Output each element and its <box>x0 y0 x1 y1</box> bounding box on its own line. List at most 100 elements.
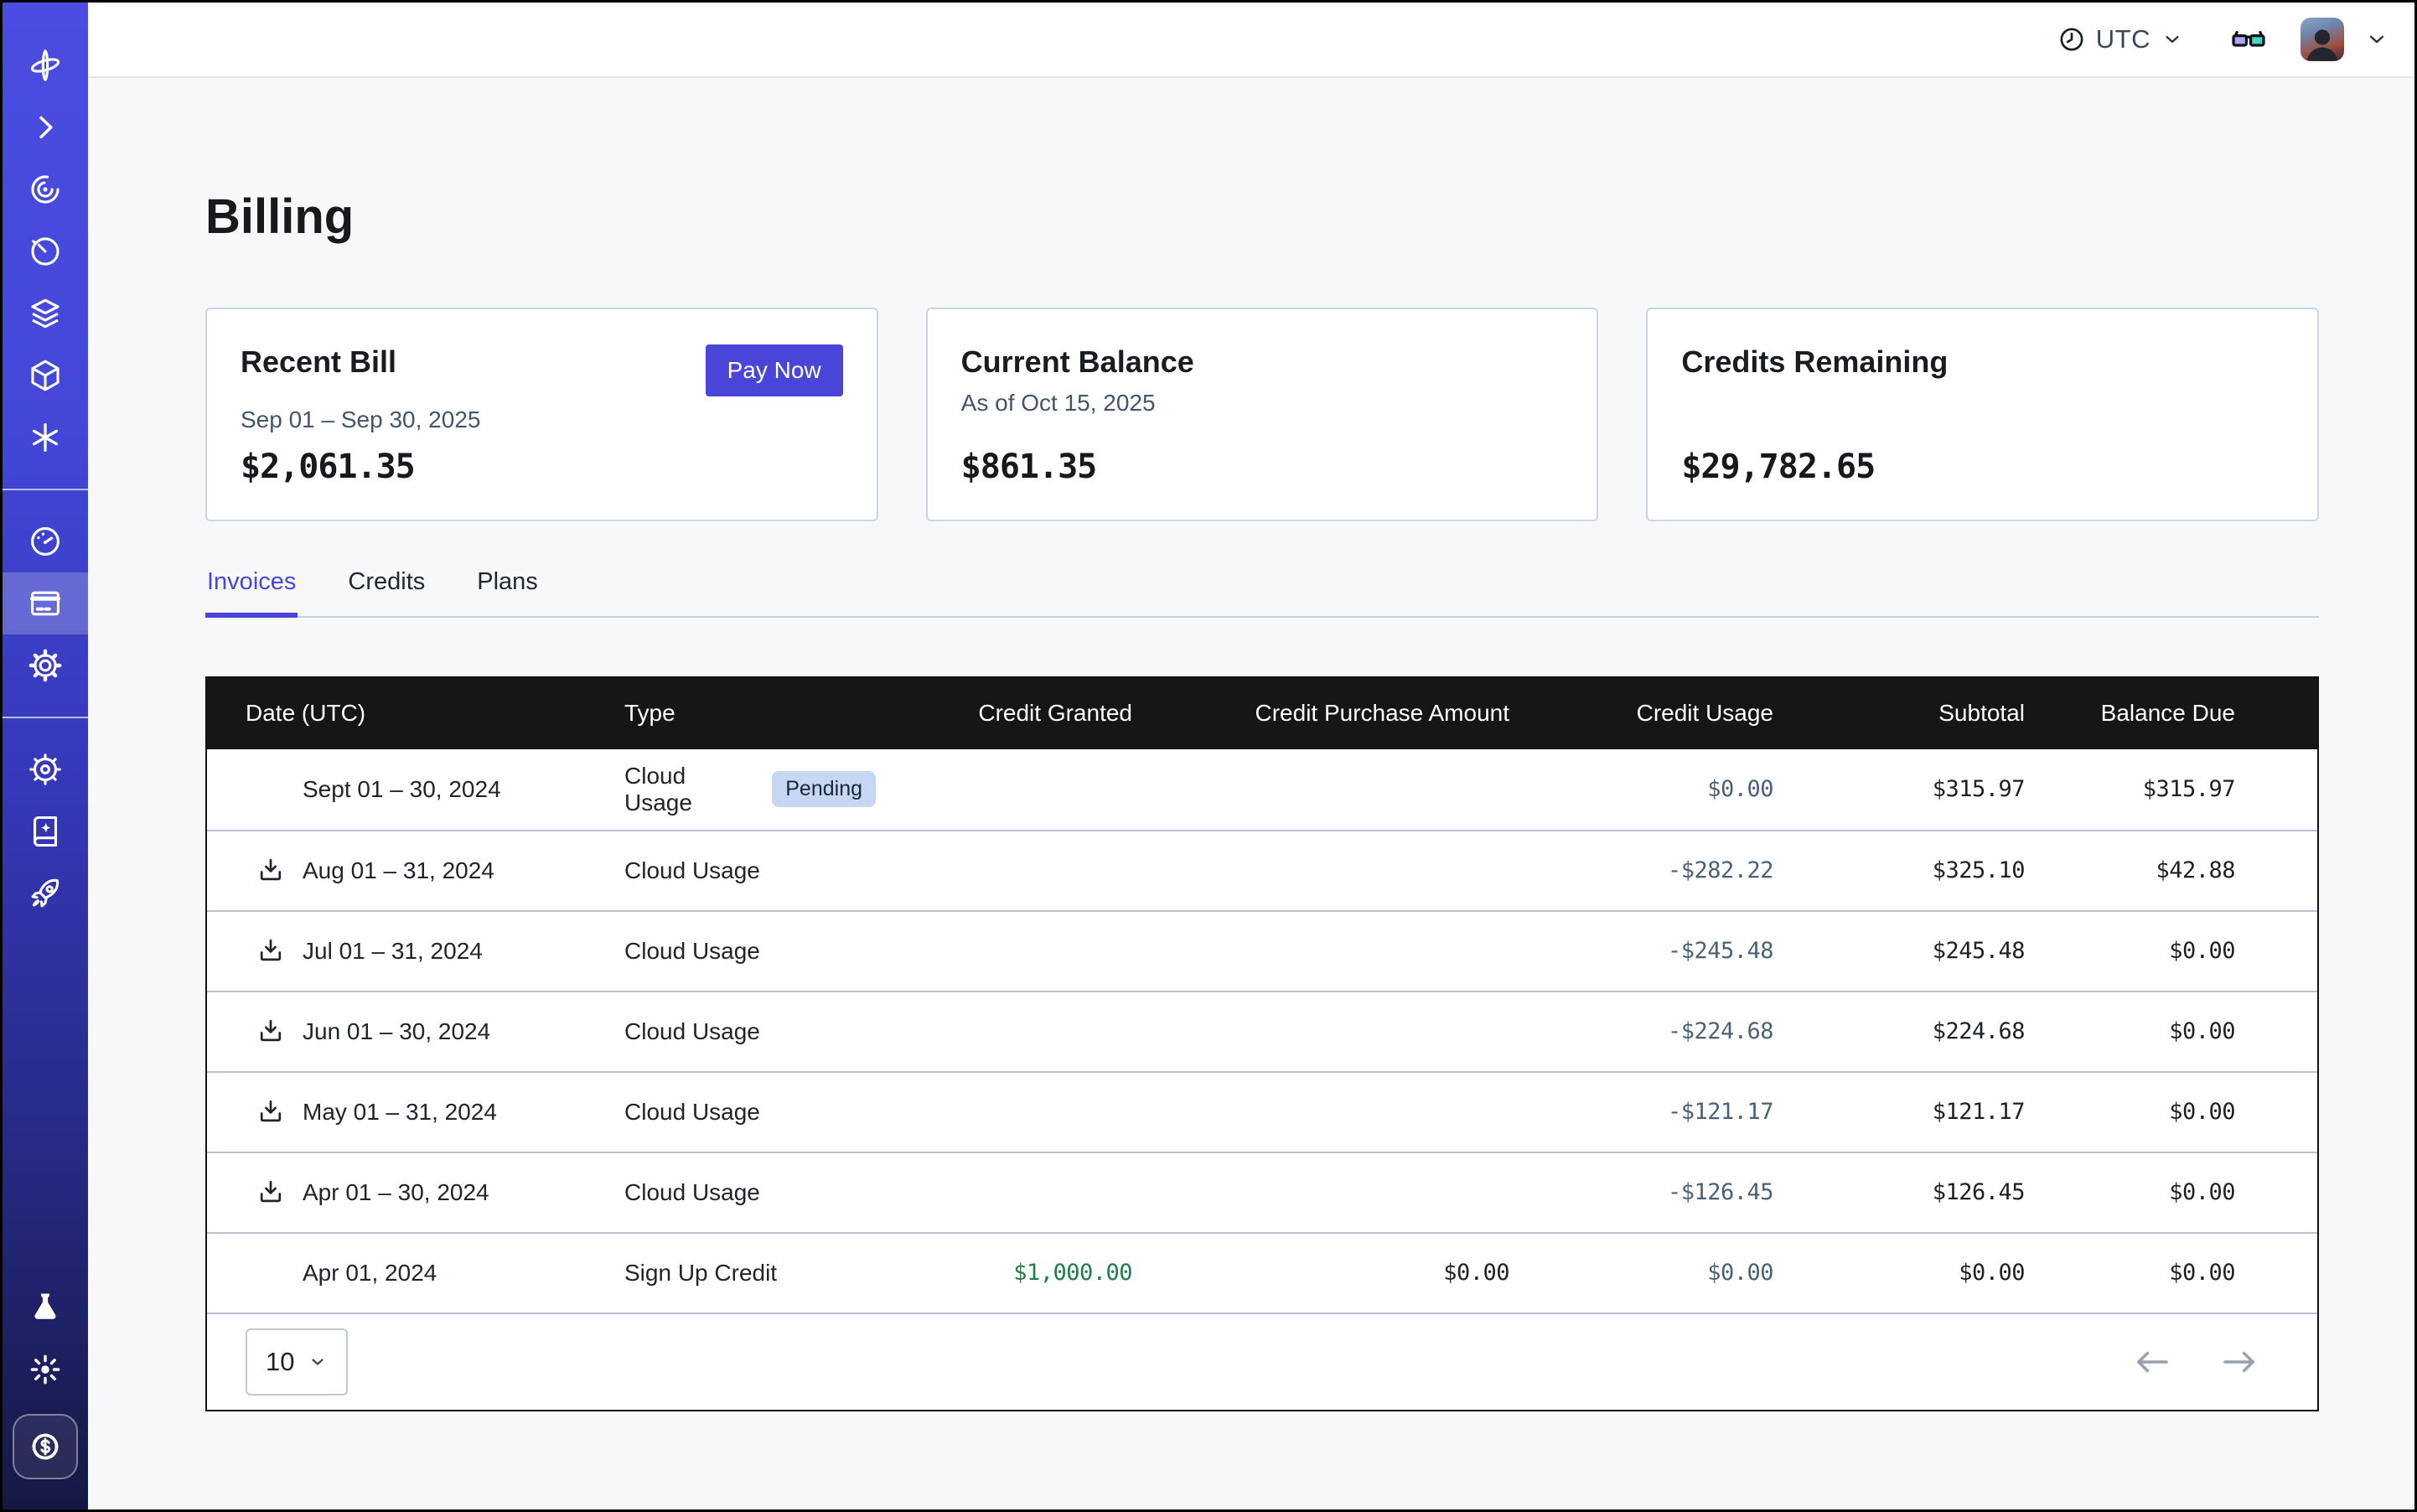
credit-usage-value: $0.00 <box>1513 1260 1777 1286</box>
sidebar-item-timer[interactable] <box>3 232 88 271</box>
download-invoice-button[interactable] <box>256 936 303 966</box>
sidebar-item-expand[interactable] <box>3 108 88 147</box>
table-row: May 01 – 31, 2024 Cloud Usage -$121.17 $… <box>207 1071 2317 1152</box>
table-row: Jul 01 – 31, 2024 Cloud Usage -$245.48 $… <box>207 910 2317 991</box>
card-title: Current Balance <box>961 344 1194 380</box>
sidebar-item-layers[interactable] <box>3 294 88 333</box>
credits-remaining-card: Credits Remaining $29,782.65 <box>1646 308 2319 521</box>
chevron-down-icon <box>2161 28 2184 51</box>
sidebar-item-settings[interactable] <box>3 646 88 685</box>
invoice-date: Jun 01 – 30, 2024 <box>303 1018 490 1045</box>
table-row: Apr 01, 2024 Sign Up Credit $1,000.00 $0… <box>207 1232 2317 1313</box>
app-window: UTC Billing Recent Bill Pay Now <box>0 0 2417 1512</box>
flask-icon <box>27 1289 64 1326</box>
sidebar-divider <box>3 489 88 490</box>
avatar-silhouette <box>2301 24 2344 61</box>
subtotal-value: $245.48 <box>1777 938 2028 964</box>
sidebar-item-theme[interactable] <box>3 1350 88 1389</box>
invoice-type: Cloud Usage <box>624 1179 760 1206</box>
sidebar-item-support[interactable] <box>3 750 88 789</box>
invoice-type: Cloud Usage <box>624 938 760 965</box>
sidebar-divider <box>3 717 88 718</box>
sidebar-item-credits[interactable] <box>13 1414 78 1479</box>
sidebar-item-billing[interactable] <box>3 572 88 634</box>
cube-icon <box>27 357 64 394</box>
subtotal-value: $325.10 <box>1777 857 2028 883</box>
summary-cards: Recent Bill Pay Now Sep 01 – Sep 30, 202… <box>205 308 2319 521</box>
credit-purchase-amount-value: $0.00 <box>1136 1260 1513 1286</box>
billing-card-icon <box>27 585 64 622</box>
current-balance-card: Current Balance As of Oct 15, 2025 $861.… <box>926 308 1599 521</box>
tab-plans[interactable]: Plans <box>475 568 540 616</box>
layers-icon <box>27 295 64 332</box>
invoice-type-cell: Cloud Usage <box>591 857 876 884</box>
sidebar-item-docs[interactable] <box>3 812 88 851</box>
balance-due-value: $0.00 <box>2028 1260 2317 1286</box>
sidebar-item-dashboard[interactable] <box>3 522 88 561</box>
next-page-button[interactable] <box>2220 1348 2259 1376</box>
download-invoice-button[interactable] <box>256 856 303 886</box>
subtotal-value: $121.17 <box>1777 1099 2028 1125</box>
sidebar-item-logo[interactable] <box>3 46 88 85</box>
orbit-logo-icon <box>27 47 64 84</box>
credit-usage-value: -$126.45 <box>1513 1179 1777 1205</box>
table-row: Sept 01 – 30, 2024 Cloud Usage Pending $… <box>207 749 2317 830</box>
card-subtitle: Sep 01 – Sep 30, 2025 <box>241 406 843 433</box>
invoice-type: Sign Up Credit <box>624 1260 777 1287</box>
sidebar-item-labs[interactable] <box>3 1288 88 1327</box>
user-avatar[interactable] <box>2301 18 2344 61</box>
download-invoice-button[interactable] <box>256 1017 303 1047</box>
book-sparkle-icon <box>27 813 64 850</box>
card-title: Credits Remaining <box>1681 344 1948 380</box>
sidebar-item-asterisk[interactable] <box>3 418 88 457</box>
billing-page: Billing Recent Bill Pay Now Sep 01 – Sep… <box>88 78 2414 1411</box>
invoice-date: Apr 01 – 30, 2024 <box>303 1179 489 1206</box>
invoice-type: Cloud Usage <box>624 1018 760 1045</box>
balance-due-value: $315.97 <box>2028 776 2317 802</box>
invoice-type-cell: Cloud Usage <box>591 1099 876 1126</box>
subtotal-value: $315.97 <box>1777 776 2028 802</box>
tab-invoices[interactable]: Invoices <box>205 568 298 616</box>
tab-credits[interactable]: Credits <box>346 568 427 616</box>
arrow-right-icon <box>2220 1348 2259 1376</box>
pay-now-button[interactable]: Pay Now <box>706 344 843 396</box>
dollar-badge-icon <box>27 1428 64 1465</box>
download-invoice-button[interactable] <box>256 1178 303 1208</box>
glasses-icon <box>2230 21 2267 58</box>
column-header-balance-due: Balance Due <box>2028 700 2317 727</box>
invoice-date: Sept 01 – 30, 2024 <box>303 776 501 803</box>
column-header-credit-usage: Credit Usage <box>1513 700 1777 727</box>
sidebar-spacer <box>3 924 88 1276</box>
helm-icon <box>27 751 64 788</box>
credit-usage-value: -$224.68 <box>1513 1018 1777 1044</box>
user-menu-button[interactable] <box>2364 27 2389 52</box>
timezone-selector[interactable]: UTC <box>2057 24 2184 54</box>
download-invoice-button[interactable] <box>256 1097 303 1127</box>
balance-due-value: $0.00 <box>2028 1179 2317 1205</box>
appearance-toggle[interactable] <box>2230 21 2267 58</box>
rocket-icon <box>27 875 64 912</box>
column-header-credit-purchase-amount: Credit Purchase Amount <box>1136 700 1513 727</box>
sidebar-item-iris[interactable] <box>3 170 88 209</box>
page-size-value: 10 <box>266 1347 294 1377</box>
invoice-date: Apr 01, 2024 <box>303 1260 437 1287</box>
invoice-table-body: Sept 01 – 30, 2024 Cloud Usage Pending $… <box>207 749 2317 1313</box>
invoice-date-cell: Jun 01 – 30, 2024 <box>207 1017 591 1047</box>
table-row: Jun 01 – 30, 2024 Cloud Usage -$224.68 $… <box>207 991 2317 1071</box>
iris-icon <box>27 171 64 208</box>
invoice-date-cell: Jul 01 – 31, 2024 <box>207 936 591 966</box>
download-icon <box>256 1178 286 1208</box>
page-size-select[interactable]: 10 <box>246 1328 348 1395</box>
invoice-date: Jul 01 – 31, 2024 <box>303 938 483 965</box>
page-title: Billing <box>205 190 2319 244</box>
table-row: Apr 01 – 30, 2024 Cloud Usage -$126.45 $… <box>207 1152 2317 1232</box>
sidebar-item-getting-started[interactable] <box>3 874 88 913</box>
card-title: Recent Bill <box>241 344 396 380</box>
gauge-icon <box>27 523 64 560</box>
invoice-date-cell: Apr 01, 2024 <box>207 1258 591 1288</box>
sidebar-item-cube[interactable] <box>3 356 88 395</box>
invoice-type-cell: Cloud Usage Pending <box>591 763 876 816</box>
previous-page-button[interactable] <box>2133 1348 2171 1376</box>
gear-icon <box>27 647 64 684</box>
invoice-date: Aug 01 – 31, 2024 <box>303 857 494 884</box>
